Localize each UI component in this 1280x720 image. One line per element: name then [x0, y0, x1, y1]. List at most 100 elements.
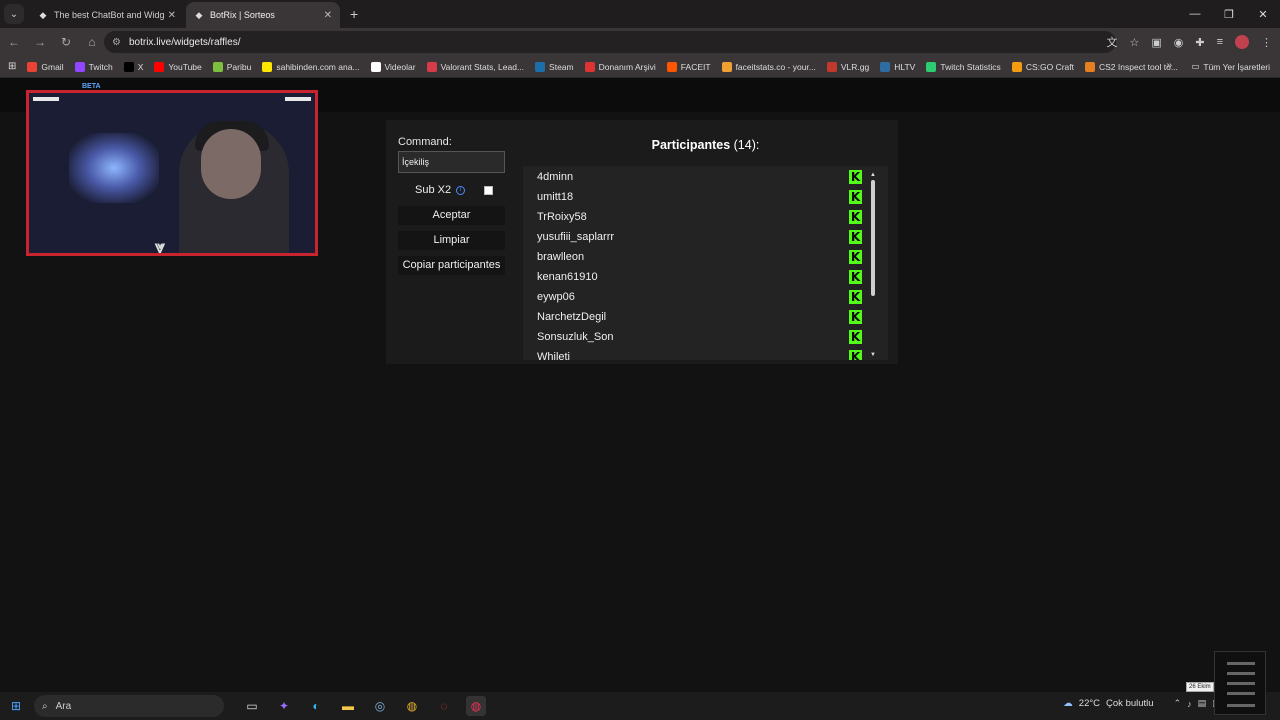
- participant-row: eywp06 K: [523, 287, 888, 307]
- extension-icon[interactable]: ▣: [1151, 36, 1161, 49]
- all-bookmarks[interactable]: ▭ Tüm Yer İşaretleri: [1191, 61, 1270, 72]
- participants-list[interactable]: 4dminn Kumitt18 K TrRoixy58 Kyusufiii_saplar…: [523, 166, 888, 360]
- bookmark-label: CS:GO Craft: [1025, 61, 1074, 72]
- menu-icon[interactable]: ⋮: [1261, 36, 1272, 49]
- file-explorer-icon[interactable]: ▬: [338, 696, 358, 716]
- reload-icon[interactable]: ↻: [54, 35, 78, 49]
- bookmark-label: VLR.gg: [840, 61, 870, 72]
- restore-icon[interactable]: ❐: [1212, 8, 1246, 21]
- more-bookmarks-icon[interactable]: »: [1166, 60, 1172, 71]
- translate-icon[interactable]: 文: [1106, 34, 1117, 50]
- steam-icon[interactable]: ◎: [370, 696, 390, 716]
- bookmarks-bar: ⊞ Gmail Twitch X YouTube Paribu sahibinden.co…: [0, 56, 1280, 78]
- bookmark-item[interactable]: Paribu: [212, 61, 252, 72]
- bookmark-item[interactable]: HLTV: [880, 61, 915, 72]
- close-icon[interactable]: ✕: [324, 10, 332, 21]
- sub-x2-checkbox[interactable]: [484, 186, 493, 195]
- scroll-down-icon[interactable]: ▼: [870, 352, 876, 358]
- participant-name: kenan61910: [537, 271, 598, 283]
- clear-button[interactable]: Limpiar: [398, 231, 505, 250]
- close-icon[interactable]: ✕: [168, 10, 176, 21]
- chrome-active-icon[interactable]: ◍: [466, 696, 486, 716]
- bookmark-item[interactable]: FACEIT: [666, 61, 711, 72]
- tab-chatbot[interactable]: ◆ The best ChatBot and Widgets ✕: [30, 2, 184, 28]
- kick-icon: K: [849, 210, 862, 224]
- taskbar-search[interactable]: ⌕ Ara: [34, 695, 224, 717]
- kick-icon: K: [849, 270, 862, 284]
- edge-icon[interactable]: ◐: [306, 696, 326, 716]
- participant-row: brawlleon K: [523, 247, 888, 267]
- bookmark-item[interactable]: X: [123, 61, 143, 72]
- bookmark-item[interactable]: Gmail: [27, 61, 64, 72]
- copy-participants-button[interactable]: Copiar participantes: [398, 256, 505, 275]
- info-icon[interactable]: i: [456, 185, 466, 195]
- forward-icon[interactable]: →: [28, 35, 52, 49]
- bookmark-star-icon[interactable]: ☆: [1129, 36, 1139, 49]
- microphone-icon[interactable]: ♪: [1187, 699, 1192, 709]
- bookmark-item[interactable]: CS:GO Craft: [1011, 61, 1074, 72]
- close-window-icon[interactable]: ✕: [1246, 8, 1280, 21]
- phone-preview: [1214, 651, 1266, 715]
- beta-badge: BETA: [82, 83, 101, 90]
- network-icon[interactable]: ▤: [1198, 698, 1207, 709]
- tab-raffles[interactable]: ◆ BotRix | Sorteos ✕: [186, 2, 340, 28]
- address-bar[interactable]: ⚙ botrix.live/widgets/raffles/: [104, 31, 1116, 53]
- bookmark-item[interactable]: Donanım Arşivi: [584, 61, 656, 72]
- apps-icon[interactable]: ⊞: [8, 61, 16, 72]
- extension-icon[interactable]: ◉: [1174, 36, 1184, 49]
- scroll-thumb[interactable]: [871, 180, 875, 296]
- kick-icon: K: [849, 190, 862, 204]
- tab-search-button[interactable]: ⌄: [4, 4, 24, 24]
- bookmark-icon: [262, 61, 273, 72]
- webcam-overlay: ⩔: [26, 90, 318, 256]
- bookmark-icon: [584, 61, 595, 72]
- bookmark-item[interactable]: Twitch: [74, 61, 113, 72]
- browser-toolbar: ← → ↻ ⌂ ⚙ botrix.live/widgets/raffles/ 文…: [0, 28, 1280, 56]
- profile-avatar[interactable]: [1235, 35, 1249, 49]
- minimize-icon[interactable]: —: [1178, 8, 1212, 20]
- bookmark-item[interactable]: faceitstats.co - your...: [721, 61, 816, 72]
- participant-name: brawlleon: [537, 251, 585, 263]
- bookmark-item[interactable]: Twitch Statistics: [926, 61, 1001, 72]
- bookmark-icon: [926, 61, 937, 72]
- bookmark-item[interactable]: Videolar: [370, 61, 416, 72]
- command-label: Command:: [398, 136, 452, 148]
- participant-name: umitt18: [537, 191, 574, 203]
- bookmark-item[interactable]: VLR.gg: [826, 61, 870, 72]
- app-icon[interactable]: ◌: [434, 696, 454, 716]
- site-info-icon[interactable]: ⚙: [112, 37, 121, 48]
- kick-icon: K: [849, 170, 862, 184]
- command-input[interactable]: [398, 151, 505, 173]
- bookmark-item[interactable]: Valorant Stats, Lead...: [426, 61, 524, 72]
- list-scrollbar[interactable]: ▲: [870, 172, 876, 358]
- bookmark-icon: [74, 61, 85, 72]
- windows-start-icon[interactable]: ⊞: [0, 699, 32, 713]
- scroll-up-icon[interactable]: ▲: [870, 172, 876, 178]
- task-view-icon[interactable]: ▭: [242, 696, 262, 716]
- participant-row: yusufiii_saplarrr K: [523, 227, 888, 247]
- back-icon[interactable]: ←: [2, 35, 26, 49]
- sub-x2-label: Sub X2: [415, 184, 452, 196]
- search-placeholder: Ara: [55, 700, 72, 712]
- bookmark-icon: [880, 61, 891, 72]
- bookmark-item[interactable]: Steam: [535, 61, 574, 72]
- bookmark-icon: [721, 61, 732, 72]
- new-tab-button[interactable]: +: [350, 6, 358, 22]
- reading-list-icon[interactable]: ≡: [1217, 36, 1223, 48]
- copilot-icon[interactable]: ✦: [274, 696, 294, 716]
- frame-corner: [285, 97, 311, 101]
- puzzle-icon[interactable]: ✚: [1195, 36, 1204, 49]
- bookmark-item[interactable]: YouTube: [154, 61, 202, 72]
- botrix-favicon-icon: ◆: [195, 10, 203, 20]
- participant-row: NarchetzDegil K: [523, 307, 888, 327]
- participants-label: Participantes: [651, 138, 731, 152]
- search-icon: ⌕: [42, 700, 48, 712]
- chrome-icon[interactable]: ◍: [402, 696, 422, 716]
- bookmark-item[interactable]: sahibinden.com ana...: [262, 61, 360, 72]
- participant-name: Whileti: [537, 351, 571, 360]
- chevron-up-icon[interactable]: ⌃: [1174, 698, 1182, 709]
- bookmark-label: Paribu: [226, 61, 252, 72]
- bookmark-item[interactable]: CS2 Inspect tool to...: [1085, 61, 1178, 72]
- accept-button[interactable]: Aceptar: [398, 206, 505, 225]
- home-icon[interactable]: ⌂: [80, 35, 104, 49]
